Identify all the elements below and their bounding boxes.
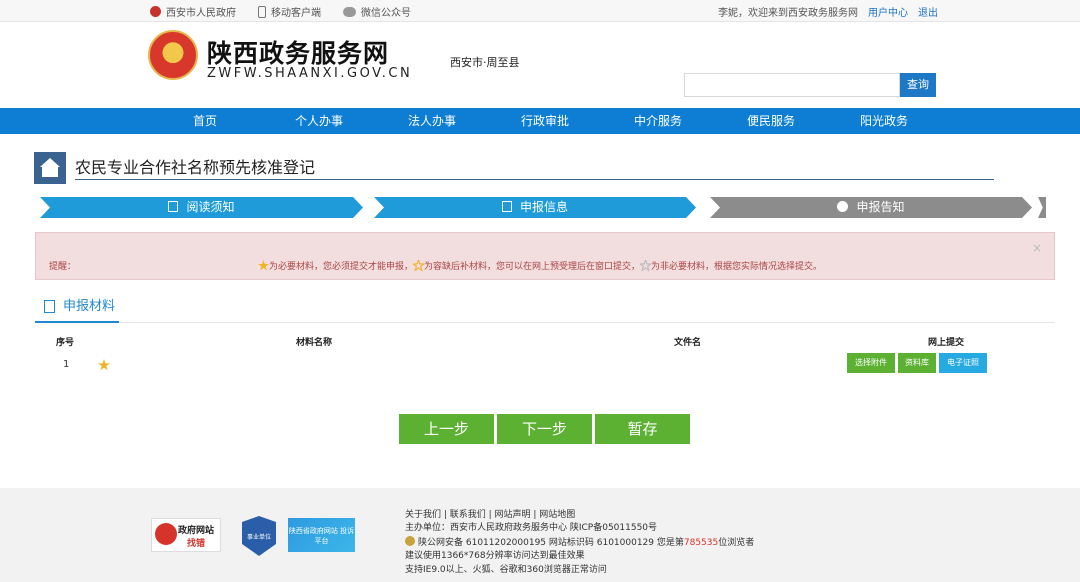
- col-header-file: 文件名: [674, 338, 702, 348]
- next-step-button[interactable]: 下一步: [497, 414, 592, 444]
- nav-item-convenience[interactable]: 便民服务: [747, 108, 795, 134]
- page-title-row: 农民专业合作社名称预先核准登记: [34, 150, 994, 184]
- emblem-icon: [150, 6, 161, 17]
- nav-item-open-gov[interactable]: 阳光政务: [860, 108, 908, 134]
- nav-item-personal[interactable]: 个人办事: [295, 108, 343, 134]
- national-emblem-logo: [148, 30, 198, 80]
- footer-browser: 支持IE9.0以上、火狐、谷歌和360浏览器正常访问: [405, 564, 607, 575]
- save-draft-button[interactable]: 暂存: [595, 414, 690, 444]
- document-icon: [44, 300, 55, 313]
- required-star-icon: [98, 359, 110, 371]
- choose-attachment-button[interactable]: 选择附件: [847, 353, 895, 373]
- col-header-index: 序号: [56, 338, 75, 348]
- prev-step-button[interactable]: 上一步: [399, 414, 494, 444]
- alert-message: 为必要材料，您必须提交才能申报， 为容缺后补材料，您可以在网上预受理后在窗口提交，…: [258, 259, 822, 272]
- step-read-notice[interactable]: 阅读须知: [40, 197, 363, 218]
- materials-tab-row: 申报材料: [35, 297, 1055, 323]
- footer: 政府网站 找错 事业单位 陕西省政府网站 投诉平台 关于我们 | 联系我们 | …: [0, 488, 1080, 582]
- search-input[interactable]: [684, 73, 900, 97]
- progress-steps: 阅读须知 申报信息 申报告知: [40, 197, 1046, 218]
- footer-resolution: 建议使用1366*768分辨率访问达到最佳效果: [405, 551, 585, 562]
- mobile-link[interactable]: 移动客户端: [258, 4, 321, 19]
- magnifier-icon: [155, 523, 177, 545]
- star-half-icon: [413, 260, 425, 271]
- main-nav: 首页 个人办事 法人办事 行政审批 中介服务 便民服务 阳光政务: [0, 108, 1080, 134]
- top-bar: 西安市人民政府 移动客户端 微信公众号 李妮，欢迎来到西安政务服务网 用户中心 …: [0, 0, 1080, 22]
- library-button[interactable]: 资料库: [898, 353, 936, 373]
- wechat-link[interactable]: 微信公众号: [343, 4, 411, 19]
- welcome-text: 李妮，欢迎来到西安政务服务网: [718, 8, 858, 19]
- search-button[interactable]: 查询: [900, 73, 936, 97]
- header: 陕西政务服务网 ZWFW.SHAANXI.GOV.CN 西安市·周至县 查询: [0, 22, 1080, 108]
- gov-link[interactable]: 西安市人民政府: [150, 4, 236, 19]
- reminder-alert: 提醒： 为必要材料，您必须提交才能申报， 为容缺后补材料，您可以在网上预受理后在窗…: [35, 232, 1055, 280]
- star-filled-icon: [258, 260, 269, 271]
- e-certificate-button[interactable]: 电子证照: [939, 353, 987, 373]
- police-badge-icon: [405, 535, 415, 546]
- nav-item-legal[interactable]: 法人办事: [408, 108, 456, 134]
- footer-links[interactable]: 关于我们 | 联系我们 | 网站声明 | 网站地图: [405, 509, 754, 522]
- row-index: 1: [63, 359, 70, 370]
- step-apply-info[interactable]: 申报信息: [374, 197, 696, 218]
- title-divider: [75, 179, 994, 180]
- public-institution-badge[interactable]: 事业单位: [242, 516, 276, 556]
- gov-site-error-badge[interactable]: 政府网站 找错: [151, 518, 221, 552]
- footer-security: 陕公网安备 61011202000195 网站标识码 6101000129 您是…: [405, 535, 754, 550]
- complaint-platform-badge[interactable]: 陕西省政府网站 投诉平台: [288, 518, 355, 552]
- alert-label: 提醒：: [49, 262, 77, 272]
- visitor-count: 785535: [683, 537, 719, 548]
- site-domain: ZWFW.SHAANXI.GOV.CN: [207, 66, 413, 81]
- alert-close-icon[interactable]: ×: [1032, 241, 1042, 255]
- document-icon: [168, 201, 178, 212]
- footer-host: 主办单位：西安市人民政府政务服务中心 陕ICP备05011550号: [405, 523, 658, 534]
- page-title: 农民专业合作社名称预先核准登记: [75, 158, 316, 177]
- form-icon: [502, 201, 512, 212]
- site-title[interactable]: 陕西政务服务网: [207, 34, 389, 70]
- phone-icon: [258, 5, 266, 18]
- region-label[interactable]: 西安市·周至县: [450, 54, 520, 70]
- nav-item-approval[interactable]: 行政审批: [521, 108, 569, 134]
- nav-item-agency[interactable]: 中介服务: [634, 108, 682, 134]
- info-icon: [837, 201, 848, 212]
- tab-materials[interactable]: 申报材料: [35, 297, 119, 323]
- col-header-name: 材料名称: [296, 338, 333, 348]
- logout-link[interactable]: 退出: [918, 4, 938, 19]
- col-header-submit: 网上提交: [928, 338, 965, 348]
- home-icon[interactable]: [34, 152, 66, 184]
- user-center-link[interactable]: 用户中心: [868, 4, 908, 19]
- footer-info: 关于我们 | 联系我们 | 网站声明 | 网站地图 主办单位：西安市人民政府政务…: [405, 509, 754, 577]
- star-empty-icon: [640, 260, 652, 271]
- wechat-icon: [343, 6, 356, 17]
- nav-item-home[interactable]: 首页: [193, 108, 217, 134]
- step-apply-notify[interactable]: 申报告知: [710, 197, 1032, 218]
